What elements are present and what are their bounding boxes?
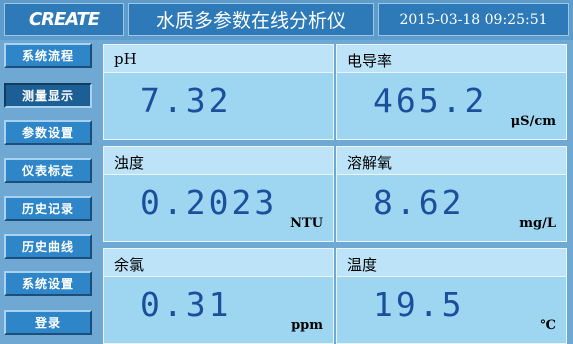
nav-system-settings-button[interactable]: 系统设置: [4, 271, 92, 296]
reading-unit: NTU: [290, 216, 323, 231]
nav-history-curves-button[interactable]: 历史曲线: [4, 234, 92, 259]
reading-label: pH: [114, 50, 137, 68]
panel-header: [104, 45, 333, 73]
reading-label: 溶解氧: [347, 154, 393, 172]
reading-value: 8.62: [373, 183, 465, 222]
reading-value: 7.32: [140, 81, 232, 120]
reading-unit: ppm: [291, 318, 323, 333]
reading-value: 0.2023: [140, 183, 278, 222]
reading-panel-ph: pH 7.32: [103, 44, 334, 140]
app-title: 水质多参数在线分析仪: [128, 3, 374, 36]
top-bar: CREATE 水质多参数在线分析仪 2015-03-18 09:25:51: [0, 0, 573, 40]
reading-label: 电导率: [347, 52, 393, 70]
nav-history-records-button[interactable]: 历史记录: [4, 196, 92, 221]
reading-label: 浊度: [114, 154, 145, 172]
nav-system-flow-button[interactable]: 系统流程: [4, 43, 92, 68]
reading-panel-residual-chlorine: 余氯 0.31 ppm: [103, 248, 334, 344]
nav-login-button[interactable]: 登录: [4, 310, 92, 335]
sidebar-nav: 系统流程 测量显示 参数设置 仪表标定 历史记录 历史曲线 系统设置 登录: [0, 40, 98, 344]
reading-panel-temperature: 温度 19.5 ℃: [336, 248, 567, 344]
reading-unit: mg/L: [519, 216, 556, 231]
nav-measurement-display-button[interactable]: 测量显示: [4, 83, 92, 108]
reading-unit: μS/cm: [510, 114, 556, 129]
reading-unit: ℃: [540, 318, 556, 333]
nav-instrument-calibration-button[interactable]: 仪表标定: [4, 158, 92, 183]
reading-value: 0.31: [140, 285, 232, 324]
reading-panel-conductivity: 电导率 465.2 μS/cm: [336, 44, 567, 140]
brand-logo: CREATE: [4, 3, 124, 36]
datetime-display: 2015-03-18 09:25:51: [378, 3, 569, 36]
reading-panel-dissolved-oxygen: 溶解氧 8.62 mg/L: [336, 146, 567, 242]
reading-value: 19.5: [373, 285, 465, 324]
reading-label: 余氯: [114, 256, 145, 274]
reading-panel-turbidity: 浊度 0.2023 NTU: [103, 146, 334, 242]
nav-parameter-settings-button[interactable]: 参数设置: [4, 120, 92, 145]
reading-value: 465.2: [373, 81, 488, 120]
reading-label: 温度: [347, 256, 378, 274]
